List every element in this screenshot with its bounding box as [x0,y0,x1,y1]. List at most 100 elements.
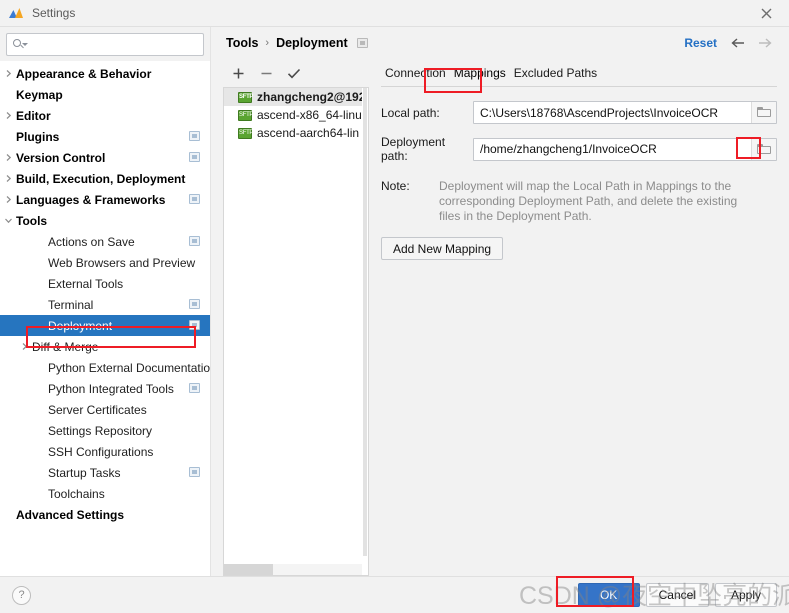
sidebar-item-actions-on-save[interactable]: Actions on Save [0,231,210,252]
chevron-right-icon[interactable] [0,195,16,204]
sidebar-item-deployment[interactable]: Deployment [0,315,210,336]
sidebar-item-web-browsers-and-preview[interactable]: Web Browsers and Preview [0,252,210,273]
sidebar-item-languages-frameworks[interactable]: Languages & Frameworks [0,189,210,210]
sidebar-item-toolchains[interactable]: Toolchains [0,483,210,504]
help-button[interactable]: ? [12,585,31,605]
server-list-item[interactable]: SFTP zhangcheng2@192 [224,88,368,106]
sidebar-item-terminal[interactable]: Terminal [0,294,210,315]
sidebar-item-editor[interactable]: Editor [0,105,210,126]
dialog-body: Appearance & Behavior Keymap Editor Plugins… [0,27,789,576]
window-title: Settings [32,6,76,20]
chevron-right-icon[interactable] [0,153,16,162]
arrow-right-icon[interactable] [757,35,773,51]
sidebar-item-diff-merge[interactable]: Diff & Merge [0,336,210,357]
sidebar-item-label: Diff & Merge [32,339,99,354]
settings-badge-icon[interactable] [189,467,200,477]
settings-badge-icon[interactable] [189,194,200,204]
local-path-input[interactable] [474,102,751,123]
sidebar-item-label: Terminal [48,297,94,312]
tab-connection[interactable]: Connection [381,66,450,80]
sidebar-item-label: Web Browsers and Preview [48,255,196,270]
sftp-icon: SFTP [238,91,253,103]
local-path-field[interactable] [473,101,777,124]
sidebar-item-startup-tasks[interactable]: Startup Tasks [0,462,210,483]
tab-mappings[interactable]: Mappings [450,66,510,80]
sidebar-item-tools[interactable]: Tools [0,210,210,231]
sidebar-item-external-tools[interactable]: External Tools [0,273,210,294]
server-list[interactable]: SFTP zhangcheng2@192 SFTP ascend-x86_64-lin… [223,87,369,576]
chevron-down-icon[interactable] [0,216,16,225]
sidebar-item-label: External Tools [48,276,124,291]
tab-excluded-paths[interactable]: Excluded Paths [510,66,601,80]
add-server-button[interactable] [231,66,245,80]
settings-tree[interactable]: Appearance & Behavior Keymap Editor Plugins… [0,61,210,576]
sidebar-item-server-certificates[interactable]: Server Certificates [0,399,210,420]
settings-badge-icon[interactable] [189,236,200,246]
server-list-column: SFTP zhangcheng2@192 SFTP ascend-x86_64-lin… [223,59,369,576]
deployment-path-row: Deployment path: [381,135,777,163]
chevron-right-icon[interactable] [0,174,16,183]
sidebar-item-label: SSH Configurations [48,444,154,459]
deployment-path-input[interactable] [474,138,751,160]
search-box[interactable] [6,33,204,56]
server-list-vertical-scrollbar[interactable] [362,88,368,575]
chevron-right-icon[interactable] [16,342,32,351]
deployment-path-label: Deployment path: [381,135,446,163]
deployment-content: SFTP zhangcheng2@192 SFTP ascend-x86_64-lin… [211,59,789,576]
apply-button[interactable]: Apply [715,583,777,607]
arrow-left-icon[interactable] [729,35,745,51]
sidebar-item-python-integrated-tools[interactable]: Python Integrated Tools [0,378,210,399]
sidebar-item-label: Appearance & Behavior [16,66,152,81]
chevron-right-icon[interactable] [0,69,16,78]
mappings-form-column: Connection Mappings Excluded Paths Local p… [369,59,777,576]
deployment-path-field[interactable] [473,137,777,161]
sidebar-item-settings-repository[interactable]: Settings Repository [0,420,210,441]
dialog-buttons: OK Cancel Apply [577,583,777,607]
window-title-bar: Settings [0,0,789,27]
server-list-item-label: zhangcheng2@192 [257,90,366,104]
sidebar-search-area [0,27,210,61]
close-icon[interactable] [744,0,789,26]
sidebar-item-plugins[interactable]: Plugins [0,126,210,147]
sidebar-item-label: Server Certificates [48,402,147,417]
settings-badge-icon[interactable] [189,299,200,309]
sidebar-item-build-execution-deployment[interactable]: Build, Execution, Deployment [0,168,210,189]
chevron-right-icon[interactable] [0,111,16,120]
sidebar-item-ssh-configurations[interactable]: SSH Configurations [0,441,210,462]
settings-sidebar: Appearance & Behavior Keymap Editor Plugins… [0,27,211,576]
sidebar-item-label: Build, Execution, Deployment [16,171,186,186]
cancel-button[interactable]: Cancel [645,583,709,607]
sidebar-item-label: Advanced Settings [16,507,125,522]
settings-badge-icon[interactable] [189,131,200,141]
sidebar-item-version-control[interactable]: Version Control [0,147,210,168]
sidebar-item-label: Version Control [16,150,106,165]
sidebar-item-advanced-settings[interactable]: Advanced Settings [0,504,210,525]
sidebar-item-appearance-behavior[interactable]: Appearance & Behavior [0,63,210,84]
server-list-item[interactable]: SFTP ascend-aarch64-lin [224,124,368,142]
sidebar-item-python-external-documentation[interactable]: Python External Documentation [0,357,210,378]
sftp-icon: SFTP [238,109,253,121]
sidebar-item-keymap[interactable]: Keymap [0,84,210,105]
server-list-item[interactable]: SFTP ascend-x86_64-linu [224,106,368,124]
dialog-footer: ? OK Cancel Apply [0,576,789,613]
sidebar-item-label: Actions on Save [48,234,135,249]
add-new-mapping-button[interactable]: Add New Mapping [381,237,504,260]
settings-badge-icon[interactable] [189,152,200,162]
server-list-horizontal-scrollbar[interactable] [224,564,362,575]
settings-app-icon [9,7,23,19]
mappings-form: Local path: Deployment path: [381,87,777,260]
remove-server-button[interactable] [259,66,273,80]
settings-detail-pane: Tools › Deployment Reset SFTP zhangcheng… [211,27,789,576]
reset-link[interactable]: Reset [684,36,717,50]
ok-button[interactable]: OK [577,583,640,607]
sidebar-item-label: Plugins [16,129,60,144]
settings-badge-icon[interactable] [189,383,200,393]
deployment-path-browse-button[interactable] [751,138,776,160]
settings-badge-icon[interactable] [356,38,368,48]
breadcrumb-root[interactable]: Tools [226,36,258,50]
note-row: Note: Deployment will map the Local Path… [381,179,777,224]
settings-badge-icon[interactable] [189,320,200,330]
local-path-browse-button[interactable] [751,102,776,123]
search-input[interactable] [30,36,197,53]
set-default-server-button[interactable] [287,66,301,80]
